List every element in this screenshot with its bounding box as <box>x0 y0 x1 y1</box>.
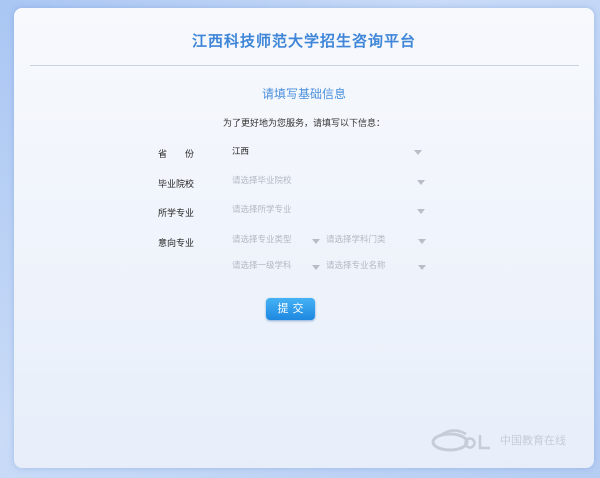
major-name-placeholder: 请选择专业名称 <box>326 261 386 271</box>
primary-discipline-select[interactable]: 请选择一级学科 <box>232 259 320 273</box>
chevron-down-icon <box>417 180 425 185</box>
submit-button[interactable]: 提交 <box>266 298 315 320</box>
chevron-down-icon <box>417 209 425 214</box>
school-placeholder: 请选择毕业院校 <box>232 176 292 186</box>
intended-major-label: 意向专业 <box>158 239 195 249</box>
eol-logo-icon <box>431 429 490 452</box>
subject-category-select[interactable]: 请选择学科门类 <box>326 233 426 247</box>
eol-brand-text: 中国教育在线 <box>500 434 566 447</box>
major-name-select[interactable]: 请选择专业名称 <box>326 259 426 273</box>
page-title: 江西科技师范大学招生咨询平台 <box>191 32 416 50</box>
province-value: 江西 <box>232 147 250 157</box>
chevron-down-icon <box>312 239 320 244</box>
title-divider <box>30 65 579 66</box>
form-intro: 为了更好地为您服务，请填写以下信息： <box>222 119 385 129</box>
chevron-down-icon <box>414 150 422 155</box>
major-studied-placeholder: 请选择所学专业 <box>232 205 292 215</box>
major-type-select[interactable]: 请选择专业类型 <box>232 233 320 247</box>
chevron-down-icon <box>418 265 426 270</box>
school-label: 毕业院校 <box>158 180 195 190</box>
chevron-down-icon <box>312 265 320 270</box>
province-select[interactable]: 江西 <box>232 145 424 159</box>
chevron-down-icon <box>418 239 426 244</box>
major-type-placeholder: 请选择专业类型 <box>232 235 292 245</box>
form-subtitle: 请填写基础信息 <box>261 87 346 101</box>
major-studied-label: 所学专业 <box>158 209 195 219</box>
primary-discipline-placeholder: 请选择一级学科 <box>232 261 292 271</box>
province-label: 省 份 <box>158 150 195 160</box>
major-studied-select[interactable]: 请选择所学专业 <box>232 203 424 217</box>
subject-category-placeholder: 请选择学科门类 <box>326 235 386 245</box>
school-select[interactable]: 请选择毕业院校 <box>232 174 424 188</box>
